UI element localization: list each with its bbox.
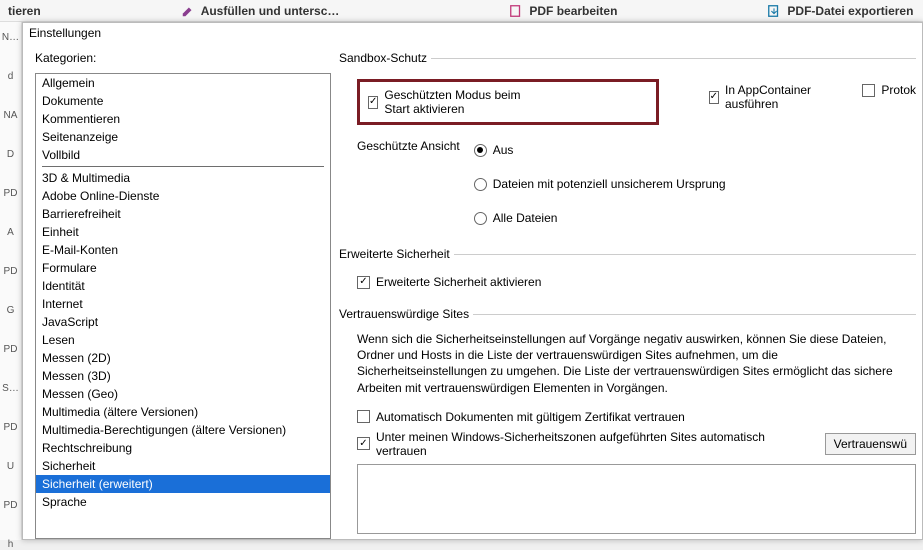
category-item[interactable]: Formulare xyxy=(36,259,330,277)
protok-checkbox[interactable] xyxy=(862,84,875,97)
bg-text: PD xyxy=(4,344,18,355)
category-item[interactable]: JavaScript xyxy=(36,313,330,331)
bg-text: h xyxy=(8,539,14,550)
categories-list[interactable]: AllgemeinDokumenteKommentierenSeitenanze… xyxy=(35,73,331,539)
protected-mode-label: Geschützten Modus beim Start aktivieren xyxy=(384,88,535,116)
auto-trust-cert-checkbox[interactable] xyxy=(357,410,370,423)
appcontainer-label: In AppContainer ausführen xyxy=(725,83,822,111)
category-item[interactable]: Sicherheit xyxy=(36,457,330,475)
bg-text: U xyxy=(7,461,14,472)
sandbox-legend: Sandbox-Schutz xyxy=(339,51,431,65)
preferences-dialog: Einstellungen Kategorien: AllgemeinDokum… xyxy=(22,22,923,540)
bg-text: NA xyxy=(4,110,18,121)
toolbar-label: tieren xyxy=(8,4,41,18)
trusted-sites-group: Vertrauenswürdige Sites Wenn sich die Si… xyxy=(339,307,916,539)
auto-trust-win-label: Unter meinen Windows-Sicherheitszonen au… xyxy=(376,430,819,458)
protected-mode-highlight: Geschützten Modus beim Start aktivieren xyxy=(357,79,659,125)
category-item[interactable]: E-Mail-Konten xyxy=(36,241,330,259)
toolbar-item-export-pdf[interactable]: PDF-Datei exportieren xyxy=(767,4,913,18)
category-item[interactable]: Rechtschreibung xyxy=(36,439,330,457)
category-item[interactable]: Messen (Geo) xyxy=(36,385,330,403)
pencil-icon xyxy=(181,4,195,18)
bg-text: G xyxy=(7,305,15,316)
protected-view-all-radio[interactable] xyxy=(474,212,487,225)
bg-text: N… xyxy=(2,32,19,43)
trusted-sites-listbox[interactable] xyxy=(357,464,916,534)
protected-view-all-label: Alle Dateien xyxy=(493,211,558,225)
trusted-sites-button[interactable]: Vertrauenswü xyxy=(825,433,916,455)
category-item[interactable]: Kommentieren xyxy=(36,110,330,128)
enhanced-legend: Erweiterte Sicherheit xyxy=(339,247,454,261)
enhanced-security-checkbox[interactable] xyxy=(357,276,370,289)
toolbar-item-fill-sign[interactable]: Ausfüllen und untersc… xyxy=(181,4,340,18)
sandbox-group: Sandbox-Schutz Geschützten Modus beim St… xyxy=(339,51,916,247)
category-item[interactable]: Lesen xyxy=(36,331,330,349)
category-item[interactable]: Multimedia-Berechtigungen (ältere Versio… xyxy=(36,421,330,439)
settings-content: Sandbox-Schutz Geschützten Modus beim St… xyxy=(339,51,916,539)
toolbar-label: Ausfüllen und untersc… xyxy=(201,4,340,18)
protected-view-potential-radio[interactable] xyxy=(474,178,487,191)
dialog-title: Einstellungen xyxy=(23,23,922,43)
background-sidebar: N… d NA D PD A PD G PD S… PD U PD h xyxy=(0,22,22,540)
category-item[interactable]: Allgemein xyxy=(36,74,330,92)
categories-label: Kategorien: xyxy=(35,51,331,65)
category-item[interactable]: Messen (2D) xyxy=(36,349,330,367)
category-item[interactable]: Identität xyxy=(36,277,330,295)
toolbar-item[interactable]: tieren xyxy=(8,4,41,18)
bg-text: PD xyxy=(4,188,18,199)
category-item[interactable]: Multimedia (ältere Versionen) xyxy=(36,403,330,421)
trusted-legend: Vertrauenswürdige Sites xyxy=(339,307,473,321)
category-item[interactable]: Sicherheit (erweitert) xyxy=(36,475,330,493)
category-item[interactable]: Dokumente xyxy=(36,92,330,110)
category-item[interactable]: Sprache xyxy=(36,493,330,511)
bg-text: S… xyxy=(2,383,19,394)
edit-pdf-icon xyxy=(509,4,523,18)
app-toolbar: tieren Ausfüllen und untersc… PDF bearbe… xyxy=(0,0,923,22)
category-separator xyxy=(42,166,324,167)
enhanced-security-group: Erweiterte Sicherheit Erweiterte Sicherh… xyxy=(339,247,916,307)
category-item[interactable]: Messen (3D) xyxy=(36,367,330,385)
category-item[interactable]: Adobe Online-Dienste xyxy=(36,187,330,205)
category-item[interactable]: Vollbild xyxy=(36,146,330,164)
export-pdf-icon xyxy=(767,4,781,18)
toolbar-label: PDF-Datei exportieren xyxy=(787,4,913,18)
bg-text: PD xyxy=(4,500,18,511)
toolbar-label: PDF bearbeiten xyxy=(529,4,617,18)
enhanced-security-label: Erweiterte Sicherheit aktivieren xyxy=(376,275,541,289)
protected-view-potential-label: Dateien mit potenziell unsicherem Urspru… xyxy=(493,177,726,191)
appcontainer-checkbox[interactable] xyxy=(709,91,719,104)
category-item[interactable]: 3D & Multimedia xyxy=(36,169,330,187)
bg-text: d xyxy=(8,71,14,82)
trusted-description: Wenn sich die Sicherheitseinstellungen a… xyxy=(339,331,916,404)
category-item[interactable]: Internet xyxy=(36,295,330,313)
bg-text: D xyxy=(7,149,14,160)
auto-trust-cert-label: Automatisch Dokumenten mit gültigem Zert… xyxy=(376,410,685,424)
bg-text: A xyxy=(7,227,14,238)
category-item[interactable]: Seitenanzeige xyxy=(36,128,330,146)
bg-text: PD xyxy=(4,422,18,433)
auto-trust-win-checkbox[interactable] xyxy=(357,437,370,450)
protected-view-off-label: Aus xyxy=(493,143,514,157)
category-item[interactable]: Einheit xyxy=(36,223,330,241)
protected-mode-checkbox[interactable] xyxy=(368,96,378,109)
protok-label: Protok xyxy=(881,83,916,97)
bg-text: PD xyxy=(4,266,18,277)
toolbar-item-edit-pdf[interactable]: PDF bearbeiten xyxy=(509,4,617,18)
category-item[interactable]: Barrierefreiheit xyxy=(36,205,330,223)
protected-view-off-radio[interactable] xyxy=(474,144,487,157)
protected-view-label: Geschützte Ansicht xyxy=(357,139,460,153)
